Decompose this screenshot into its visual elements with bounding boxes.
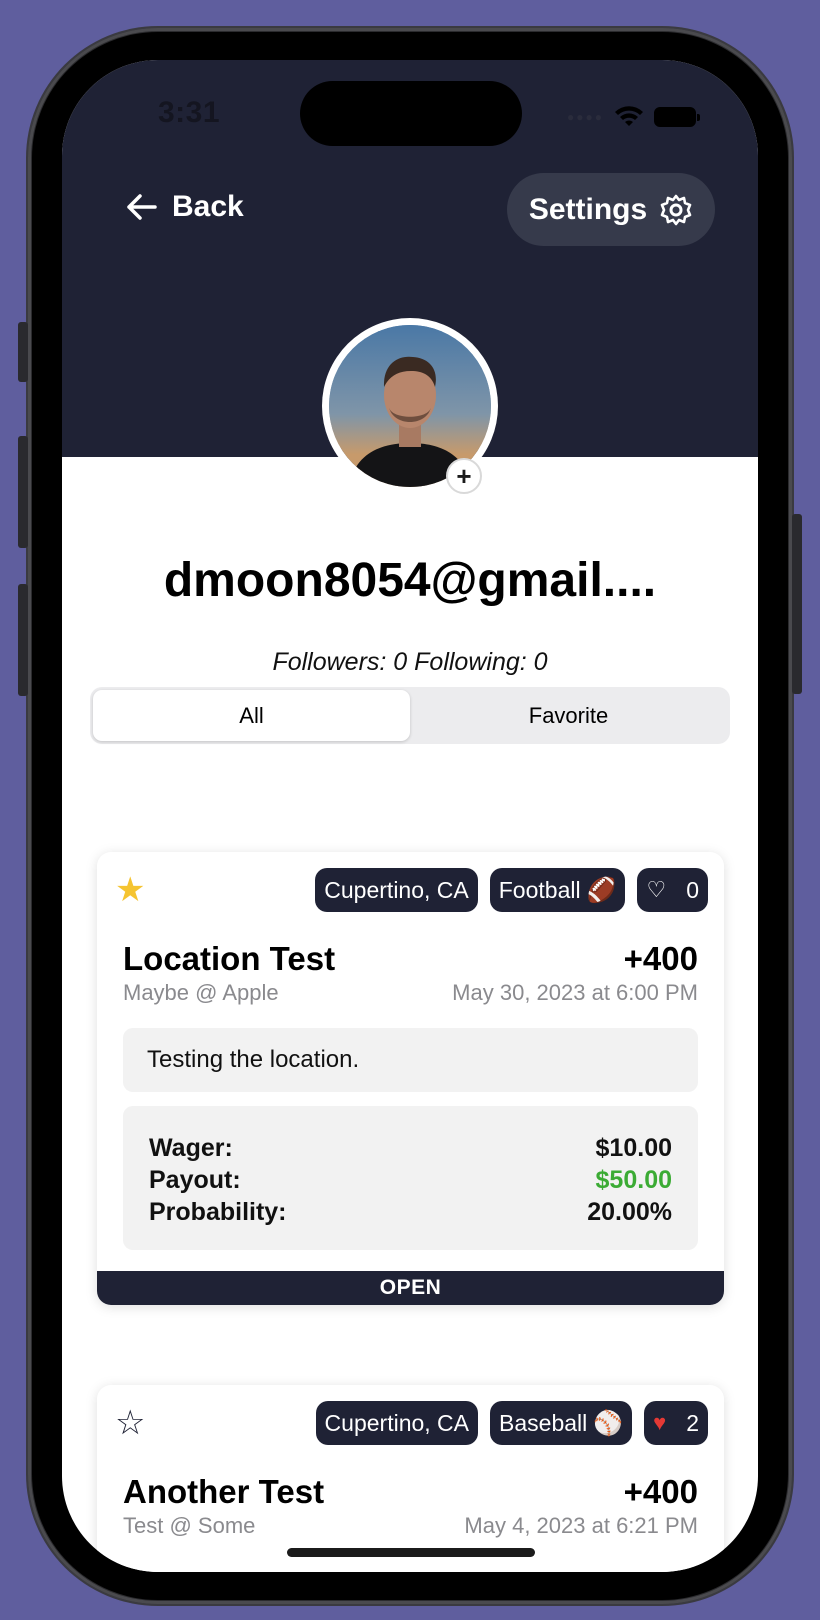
bet-title-row: Another Test +400 bbox=[123, 1473, 698, 1511]
bet-odds: +400 bbox=[623, 1473, 698, 1510]
wager-row: Wager: $10.00 bbox=[149, 1132, 672, 1164]
bet-card[interactable]: ★ Cupertino, CA Football 🏈 ♡ 0 Location … bbox=[97, 852, 724, 1305]
football-icon: 🏈 bbox=[586, 876, 617, 904]
bet-tags: Cupertino, CA Football 🏈 ♡ 0 bbox=[315, 868, 708, 912]
wager-label: Wager: bbox=[149, 1134, 233, 1162]
probability-value: 20.00% bbox=[587, 1198, 672, 1226]
bet-subtitle: Test @ Some bbox=[123, 1513, 256, 1538]
segment-all[interactable]: All bbox=[93, 690, 410, 741]
location-tag-label: Cupertino, CA bbox=[324, 1409, 470, 1436]
bet-card[interactable]: ☆ Cupertino, CA Baseball ⚾ ♥ 2 Another T… bbox=[97, 1385, 724, 1572]
payout-value: $50.00 bbox=[595, 1166, 672, 1194]
location-tag-label: Cupertino, CA bbox=[324, 876, 469, 903]
location-tag[interactable]: Cupertino, CA bbox=[315, 868, 478, 912]
volume-up-button bbox=[18, 436, 28, 548]
probability-row: Probability: 20.00% bbox=[149, 1196, 672, 1228]
bet-description: Testing the location. bbox=[123, 1028, 698, 1092]
filter-segmented-control: All Favorite bbox=[90, 687, 730, 744]
sport-tag[interactable]: Baseball ⚾ bbox=[490, 1401, 633, 1445]
bet-subtitle: Maybe @ Apple bbox=[123, 980, 279, 1005]
bet-status-badge: OPEN bbox=[97, 1271, 724, 1305]
bet-tags: Cupertino, CA Baseball ⚾ ♥ 2 bbox=[315, 1401, 708, 1445]
like-count: 2 bbox=[686, 1409, 699, 1436]
bet-card-header: ★ Cupertino, CA Football 🏈 ♡ 0 bbox=[115, 868, 708, 912]
wager-value: $10.00 bbox=[595, 1134, 672, 1162]
add-photo-button[interactable]: + bbox=[446, 458, 482, 494]
bet-title-row: Location Test +400 bbox=[123, 940, 698, 978]
bet-title: Another Test bbox=[123, 1473, 325, 1510]
power-button bbox=[792, 514, 802, 694]
follow-counts[interactable]: Followers: 0 Following: 0 bbox=[62, 648, 758, 677]
arrow-left-icon bbox=[127, 194, 157, 220]
segment-favorite[interactable]: Favorite bbox=[410, 690, 727, 741]
like-count: 0 bbox=[686, 876, 699, 903]
settings-button[interactable]: Settings bbox=[507, 173, 715, 246]
back-label: Back bbox=[172, 190, 244, 223]
back-button[interactable]: Back bbox=[126, 190, 244, 224]
bet-subtitle-row: Maybe @ Apple May 30, 2023 at 6:00 PM bbox=[123, 980, 698, 1006]
like-button[interactable]: ♥ 2 bbox=[644, 1401, 708, 1445]
favorite-star-outline-icon[interactable]: ☆ bbox=[115, 1406, 145, 1440]
location-tag[interactable]: Cupertino, CA bbox=[315, 1401, 479, 1445]
settings-label: Settings bbox=[528, 192, 648, 226]
sport-tag[interactable]: Football 🏈 bbox=[489, 868, 626, 912]
bet-date: May 4, 2023 at 6:21 PM bbox=[464, 1513, 698, 1538]
bet-title: Location Test bbox=[123, 940, 336, 977]
payout-row: Payout: $50.00 bbox=[149, 1164, 672, 1196]
profile-username: dmoon8054@gmail.... bbox=[163, 554, 657, 607]
battery-icon bbox=[654, 107, 700, 127]
cellular-icon: ●●●● bbox=[567, 110, 604, 124]
payout-label: Payout: bbox=[149, 1166, 241, 1194]
bet-odds: +400 bbox=[623, 940, 698, 977]
bet-stats: Wager: $10.00 Payout: $50.00 Probability… bbox=[123, 1106, 698, 1250]
probability-label: Probability: bbox=[149, 1198, 287, 1226]
home-indicator[interactable] bbox=[287, 1548, 535, 1557]
favorite-star-icon[interactable]: ★ bbox=[115, 873, 145, 907]
heart-outline-icon: ♡ bbox=[646, 877, 667, 902]
mute-switch bbox=[18, 322, 28, 382]
app-screen: 3:31 ●●●● Back Settings + dmoon8054@gmai… bbox=[62, 60, 758, 1572]
volume-down-button bbox=[18, 584, 28, 696]
like-button[interactable]: ♡ 0 bbox=[637, 868, 708, 912]
bet-subtitle-row: Test @ Some May 4, 2023 at 6:21 PM bbox=[123, 1513, 698, 1539]
sport-tag-label: Baseball bbox=[499, 1409, 588, 1436]
sport-tag-label: Football bbox=[498, 876, 581, 903]
gear-icon bbox=[660, 194, 692, 225]
bet-date: May 30, 2023 at 6:00 PM bbox=[452, 980, 698, 1005]
heart-filled-icon: ♥ bbox=[653, 1410, 667, 1435]
wifi-icon bbox=[615, 106, 643, 126]
status-time: 3:31 bbox=[158, 96, 221, 129]
dynamic-island bbox=[300, 81, 522, 146]
bet-card-header: ☆ Cupertino, CA Baseball ⚾ ♥ 2 bbox=[115, 1401, 708, 1445]
baseball-icon: ⚾ bbox=[593, 1409, 624, 1437]
status-indicators: ●●●● bbox=[567, 102, 700, 132]
